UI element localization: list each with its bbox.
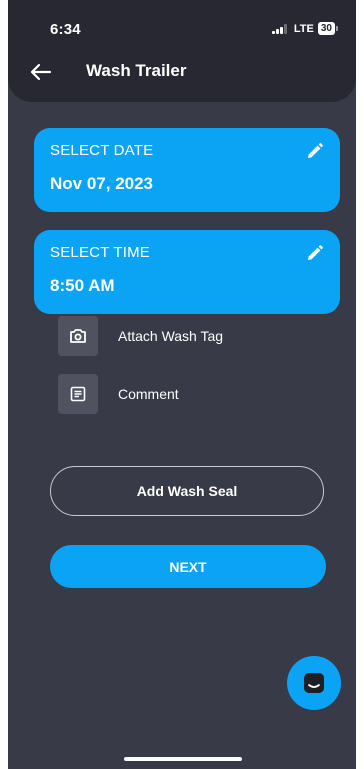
comment-row[interactable]: Comment <box>58 374 179 414</box>
app-screen: 6:34 LTE 30 Wash Trailer SELECT DATE Nov… <box>8 0 356 769</box>
pencil-icon[interactable] <box>306 244 324 262</box>
select-date-label: SELECT DATE <box>50 142 154 159</box>
select-time-label: SELECT TIME <box>50 244 151 261</box>
chat-fab-button[interactable] <box>287 656 341 710</box>
add-wash-seal-button[interactable]: Add Wash Seal <box>50 466 324 516</box>
comment-icon-box <box>58 374 98 414</box>
select-date-card[interactable]: SELECT DATE Nov 07, 2023 <box>34 128 340 212</box>
selected-time-value: 8:50 AM <box>50 276 115 295</box>
camera-icon <box>70 329 86 343</box>
status-time: 6:34 <box>50 21 81 38</box>
pencil-icon[interactable] <box>306 142 324 160</box>
back-arrow-icon[interactable] <box>28 62 52 82</box>
attach-icon-box <box>58 316 98 356</box>
network-label: LTE <box>293 22 314 35</box>
status-indicators: LTE 30 <box>271 22 338 35</box>
attach-wash-tag-label: Attach Wash Tag <box>118 328 224 344</box>
chat-icon <box>304 673 324 693</box>
note-icon <box>70 386 86 402</box>
battery-icon: 30 <box>317 22 338 35</box>
attach-wash-tag-row[interactable]: Attach Wash Tag <box>58 316 223 356</box>
battery-level: 30 <box>317 22 335 35</box>
signal-icon <box>271 23 287 34</box>
top-bar: 6:34 LTE 30 Wash Trailer <box>8 0 356 102</box>
home-indicator <box>124 757 242 761</box>
selected-date-value: Nov 07, 2023 <box>50 174 154 193</box>
next-button[interactable]: NEXT <box>50 545 326 588</box>
comment-label: Comment <box>118 386 179 402</box>
page-title: Wash Trailer <box>86 61 187 80</box>
select-time-card[interactable]: SELECT TIME 8:50 AM <box>34 230 340 314</box>
